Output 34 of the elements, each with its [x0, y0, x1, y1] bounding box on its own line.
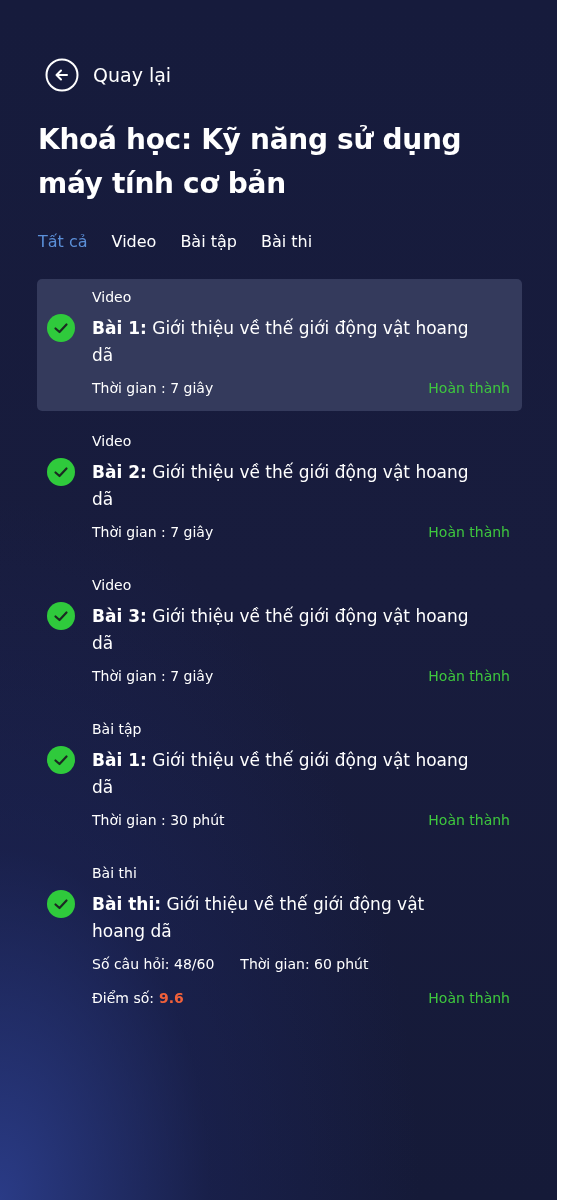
filter-tab[interactable]: Bài thi: [260, 232, 313, 251]
lesson-type: Video: [92, 288, 133, 307]
status-label: Hoàn thành: [428, 811, 510, 830]
lesson-card[interactable]: Video Bài 2: Giới thiệu về thế giới động vật hoang dã Thời gian : 7 giây Hoàn thành: [37, 423, 522, 555]
course-title: Khoá học: Kỹ năng sử dụng máy tính cơ bản: [38, 122, 463, 202]
lesson-type: Video: [92, 432, 133, 451]
status-label: Hoàn thành: [428, 989, 510, 1008]
lesson-duration: Thời gian : 7 giây: [92, 667, 214, 686]
back-button[interactable]: Quay lại: [38, 58, 172, 92]
question-count: Số câu hỏi: 48/60: [92, 955, 215, 974]
status-label: Hoàn thành: [428, 379, 510, 398]
lesson-card[interactable]: Video Bài 1: Giới thiệu về thế giới động vật hoang dã Thời gian : 7 giây Hoàn thành: [37, 279, 522, 411]
lesson-type: Bài thi: [92, 864, 138, 883]
lesson-title: Bài 1: Giới thiệu về thế giới động vật hoang dã: [92, 317, 470, 367]
lesson-title: Bài 2: Giới thiệu về thế giới động vật hoang dã: [92, 461, 470, 511]
lesson-card[interactable]: Bài thi Bài thi: Giới thiệu về thế giới động vật hoang dã Số câu hỏi: 48/60 Thời gian: 60 phút Điểm số: 9.6 Hoàn thành: [37, 855, 522, 1021]
lesson-duration: Thời gian : 30 phút: [92, 811, 225, 830]
exam-duration: Thời gian: 60 phút: [240, 955, 369, 974]
filter-tab[interactable]: Tất cả: [38, 232, 88, 251]
lesson-duration: Thời gian : 7 giây: [92, 523, 214, 542]
lesson-duration: Thời gian : 7 giây: [92, 379, 214, 398]
filter-tab[interactable]: Bài tập: [180, 232, 237, 251]
status-label: Hoàn thành: [428, 667, 510, 686]
lesson-card[interactable]: Bài tập Bài 1: Giới thiệu về thế giới động vật hoang dã Thời gian : 30 phút Hoàn thành: [37, 711, 522, 843]
lesson-title: Bài 1: Giới thiệu về thế giới động vật hoang dã: [92, 749, 470, 799]
lesson-title: Bài 3: Giới thiệu về thế giới động vật hoang dã: [92, 605, 470, 655]
lesson-card[interactable]: Video Bài 3: Giới thiệu về thế giới động vật hoang dã Thời gian : 7 giây Hoàn thành: [37, 567, 522, 699]
lesson-type: Bài tập: [92, 720, 143, 739]
status-label: Hoàn thành: [428, 523, 510, 542]
score-value: 9.6: [159, 989, 184, 1008]
lesson-title: Bài thi: Giới thiệu về thế giới động vật hoang dã: [92, 893, 426, 943]
score-label: Điểm số:: [92, 989, 154, 1008]
lesson-type: Video: [92, 576, 133, 595]
filter-tab[interactable]: Video: [111, 232, 157, 251]
